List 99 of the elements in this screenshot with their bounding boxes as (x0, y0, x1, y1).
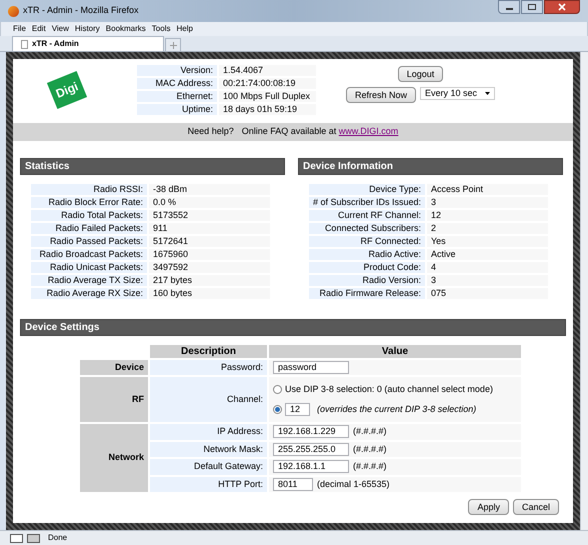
close-icon[interactable] (544, 0, 580, 14)
page-icon (21, 40, 28, 48)
status-text: Done (48, 532, 68, 544)
column-header: Value (269, 345, 521, 358)
setting-label: Channel: (150, 377, 267, 422)
logo: Digi (46, 71, 88, 109)
field-value: 100 Mbps Full Duplex (219, 91, 316, 102)
field-value: 217 bytes (149, 275, 270, 286)
minimize-icon[interactable] (498, 0, 520, 14)
input-field[interactable]: 192.168.1.1 (273, 460, 349, 474)
field-label: Radio Average RX Size: (31, 288, 147, 299)
menu-item[interactable]: Help (176, 25, 193, 33)
field-label: Radio Version: (309, 275, 425, 286)
field-label: Radio Firmware Release: (309, 288, 425, 299)
column-header: Description (150, 345, 267, 358)
help-label: Need help? (188, 125, 234, 138)
field-label: Ethernet: (137, 91, 217, 102)
menu-item[interactable]: Tools (152, 25, 170, 33)
setting-label: Network Mask: (150, 442, 267, 457)
section-header: Device Settings (20, 319, 566, 336)
menu-item[interactable]: File (13, 25, 26, 33)
field-value: 12 (427, 210, 548, 221)
menu-item[interactable]: View (52, 25, 69, 33)
browser-tab[interactable]: xTR - Admin (12, 36, 164, 51)
field-label: Device Type: (309, 184, 425, 195)
field-value: 4 (427, 262, 548, 273)
section-header: Device Information (298, 158, 563, 175)
browser-logo-icon (8, 6, 19, 16)
field-value: 5173552 (149, 210, 270, 221)
menu-item[interactable]: Bookmarks (106, 25, 146, 33)
caret-icon (485, 92, 490, 95)
field-label: Radio Active: (309, 249, 425, 260)
field-label: Product Code: (309, 262, 425, 273)
field-label: Radio Unicast Packets: (31, 262, 147, 273)
field-label: Connected Subscribers: (309, 223, 425, 234)
logout-button[interactable]: Logout (398, 66, 444, 82)
setting-label: Password: (150, 360, 267, 375)
field-label: Radio Average TX Size: (31, 275, 147, 286)
help-text: Online FAQ available at www.DIGI.com (242, 125, 398, 138)
form-button[interactable]: Apply (468, 499, 509, 515)
field-value: -38 dBm (149, 184, 270, 195)
input-field[interactable]: 8011 (273, 478, 313, 491)
field-value: 5172641 (149, 236, 270, 247)
field-value: 0.0 % (149, 197, 270, 208)
field-label: Radio Block Error Rate: (31, 197, 147, 208)
field-label: # of Subscriber IDs Issued: (309, 197, 425, 208)
input-field[interactable]: 192.168.1.229 (273, 425, 349, 438)
field-label: Radio Passed Packets: (31, 236, 147, 247)
field-value: 18 days 01h 59:19 (219, 104, 316, 115)
field-value: 160 bytes (149, 288, 270, 299)
field-label: Radio Failed Packets: (31, 223, 147, 234)
group-label: Network (80, 424, 148, 492)
field-label: MAC Address: (137, 78, 217, 89)
status-icon (10, 534, 23, 542)
group-label: RF (80, 377, 148, 422)
form-button[interactable]: Cancel (512, 499, 559, 515)
menu-item[interactable]: History (74, 25, 100, 33)
option-hint: (overrides the current DIP 3-8 selection) (317, 402, 476, 416)
group-label: Device (80, 360, 148, 375)
field-label: Radio Broadcast Packets: (31, 249, 147, 260)
field-label: RF Connected: (309, 236, 425, 247)
field-label: Uptime: (137, 104, 217, 115)
radio-button[interactable] (273, 404, 282, 414)
field-hint: (#.#.#.#) (353, 460, 387, 473)
field-value: 3 (427, 275, 548, 286)
setting-label: IP Address: (150, 424, 267, 440)
field-label: Version: (137, 65, 217, 76)
field-value: 2 (427, 223, 548, 234)
field-label: Radio RSSI: (31, 184, 147, 195)
setting-label: Default Gateway: (150, 459, 267, 474)
window-title: xTR - Admin - Mozilla Firefox (23, 4, 139, 18)
field-hint: (decimal 1-65535) (317, 478, 390, 491)
field-value: Active (427, 249, 548, 260)
refresh-button[interactable]: Refresh Now (346, 87, 416, 103)
option-label: Use DIP 3-8 selection: 0 (auto channel select mode) (285, 383, 493, 396)
setting-label: HTTP Port: (150, 476, 267, 492)
field-value: 3497592 (149, 262, 270, 273)
section-header: Statistics (20, 158, 285, 175)
field-value: 1675960 (149, 249, 270, 260)
maximize-icon[interactable] (521, 0, 543, 14)
field-hint: (#.#.#.#) (353, 442, 387, 456)
status-icon (27, 534, 40, 542)
field-value: 00:21:74:00:08:19 (219, 78, 316, 89)
radio-button[interactable] (273, 385, 282, 394)
field-value: 3 (427, 197, 548, 208)
input-field[interactable]: password (273, 361, 349, 374)
faq-link[interactable]: www.DIGI.com (338, 126, 398, 136)
field-value: Yes (427, 236, 548, 247)
field-hint: (#.#.#.#) (353, 425, 387, 438)
menu-item[interactable]: Edit (32, 25, 46, 33)
field-value: 075 (427, 288, 548, 299)
input-field[interactable]: 12 (285, 402, 310, 416)
input-field[interactable]: 255.255.255.0 (273, 442, 349, 456)
field-value: 911 (149, 223, 270, 234)
field-value: Access Point (427, 184, 548, 195)
refresh-interval-select[interactable]: Every 10 sec (420, 87, 496, 100)
field-label: Current RF Channel: (309, 210, 425, 221)
field-value: 1.54.4067 (219, 65, 316, 76)
field-label: Radio Total Packets: (31, 210, 147, 221)
